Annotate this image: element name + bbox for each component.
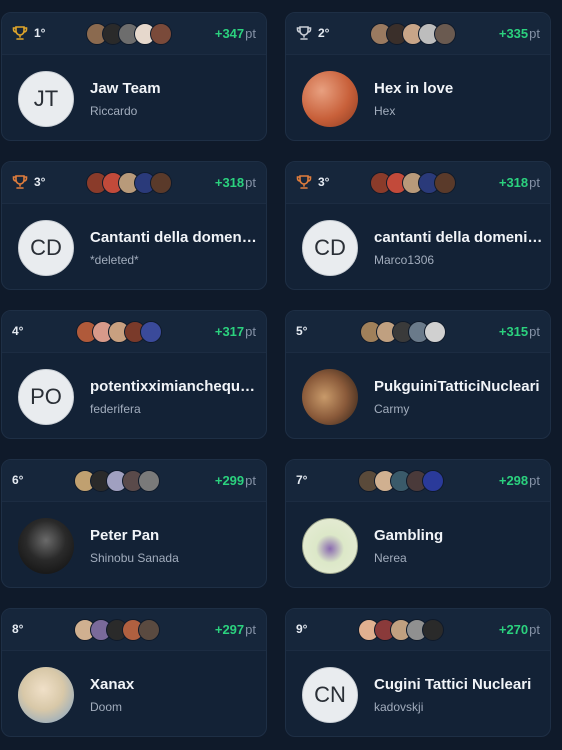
team-owner: Nerea — [374, 551, 407, 565]
team-name[interactable]: cantanti della domenica — [374, 229, 544, 246]
rank-label: 4° — [12, 324, 24, 338]
points: +318pt — [498, 175, 540, 190]
rank: 3° — [12, 175, 45, 189]
rank: 8° — [12, 622, 23, 636]
rank-label: 6° — [12, 473, 24, 487]
rank: 7° — [296, 473, 307, 487]
team-name[interactable]: Gambling — [374, 527, 544, 544]
team-avatar: CD — [302, 220, 358, 276]
team-avatar — [302, 518, 358, 574]
avatar — [422, 619, 444, 641]
points: +317pt — [214, 324, 256, 339]
avatar — [434, 23, 456, 45]
rank-label: 3° — [318, 175, 330, 189]
team-name[interactable]: Jaw Team — [90, 80, 260, 97]
team-name[interactable]: Peter Pan — [90, 527, 260, 544]
rank-label: 8° — [12, 622, 24, 636]
avatar — [150, 23, 172, 45]
team-name[interactable]: PukguiniTatticiNucleari — [374, 378, 544, 395]
team-name[interactable]: potentixximianchequest — [90, 378, 260, 395]
team-owner: Carmy — [374, 402, 410, 416]
rank-label: 7° — [296, 473, 308, 487]
rank-label: 2° — [318, 26, 330, 40]
team-card[interactable]: 7° +298pt Gambling Nerea — [285, 459, 551, 588]
trophy-icon — [12, 175, 28, 189]
team-card[interactable]: 8° +297pt Xanax Doom — [1, 608, 267, 737]
points: +318pt — [214, 175, 256, 190]
team-owner: Doom — [90, 700, 123, 714]
member-avatars — [360, 321, 446, 343]
avatar — [150, 172, 172, 194]
avatar — [424, 321, 446, 343]
member-avatars — [370, 172, 456, 194]
points: +299pt — [214, 473, 256, 488]
member-avatars — [74, 619, 160, 641]
team-owner: Riccardo — [90, 104, 138, 118]
member-avatars — [370, 23, 456, 45]
team-avatar — [18, 667, 74, 723]
rank: 3° — [296, 175, 329, 189]
team-card[interactable]: 2° +335pt Hex in love Hex — [285, 12, 551, 141]
member-avatars — [86, 23, 172, 45]
member-avatars — [74, 470, 160, 492]
member-avatars — [86, 172, 172, 194]
rank: 9° — [296, 622, 307, 636]
trophy-icon — [296, 175, 312, 189]
rank-label: 5° — [296, 324, 308, 338]
team-avatar — [302, 369, 358, 425]
points: +347pt — [214, 26, 256, 41]
team-owner: kadovskji — [374, 700, 424, 714]
rank: 5° — [296, 324, 307, 338]
rank-label: 9° — [296, 622, 308, 636]
team-owner: federifera — [90, 402, 141, 416]
avatar — [138, 619, 160, 641]
team-name[interactable]: Cugini Tattici Nucleari — [374, 676, 544, 693]
team-owner: Shinobu Sanada — [90, 551, 179, 565]
avatar — [138, 470, 160, 492]
trophy-icon — [12, 26, 28, 40]
rank: 6° — [12, 473, 23, 487]
team-card[interactable]: 4° +317pt PO potentixximianchequest fede… — [1, 310, 267, 439]
team-card[interactable]: 3° +318pt CD cantanti della domenica Mar… — [285, 161, 551, 290]
points: +270pt — [498, 622, 540, 637]
avatar — [140, 321, 162, 343]
team-avatar: JT — [18, 71, 74, 127]
rank: 2° — [296, 26, 329, 40]
points: +297pt — [214, 622, 256, 637]
member-avatars — [358, 470, 444, 492]
member-avatars — [76, 321, 162, 343]
team-owner: Marco1306 — [374, 253, 435, 267]
points: +298pt — [498, 473, 540, 488]
team-avatar — [302, 71, 358, 127]
team-card[interactable]: 1° +347pt JT Jaw Team Riccardo — [1, 12, 267, 141]
rank: 4° — [12, 324, 23, 338]
team-card[interactable]: 3° +318pt CD Cantanti della domenica *de… — [1, 161, 267, 290]
team-name[interactable]: Hex in love — [374, 80, 544, 97]
team-avatar: PO — [18, 369, 74, 425]
points: +315pt — [498, 324, 540, 339]
team-name[interactable]: Xanax — [90, 676, 260, 693]
team-card[interactable]: 9° +270pt CN Cugini Tattici Nucleari kad… — [285, 608, 551, 737]
team-avatar: CN — [302, 667, 358, 723]
team-card[interactable]: 6° +299pt Peter Pan Shinobu Sanada — [1, 459, 267, 588]
team-owner: *deleted* — [90, 253, 139, 267]
member-avatars — [358, 619, 444, 641]
team-owner: Hex — [374, 104, 396, 118]
team-name[interactable]: Cantanti della domenica — [90, 229, 260, 246]
rank: 1° — [12, 26, 45, 40]
team-card[interactable]: 5° +315pt PukguiniTatticiNucleari Carmy — [285, 310, 551, 439]
rank-label: 1° — [34, 26, 46, 40]
avatar — [434, 172, 456, 194]
avatar — [422, 470, 444, 492]
trophy-icon — [296, 26, 312, 40]
team-avatar — [18, 518, 74, 574]
team-avatar: CD — [18, 220, 74, 276]
points: +335pt — [498, 26, 540, 41]
rank-label: 3° — [34, 175, 46, 189]
